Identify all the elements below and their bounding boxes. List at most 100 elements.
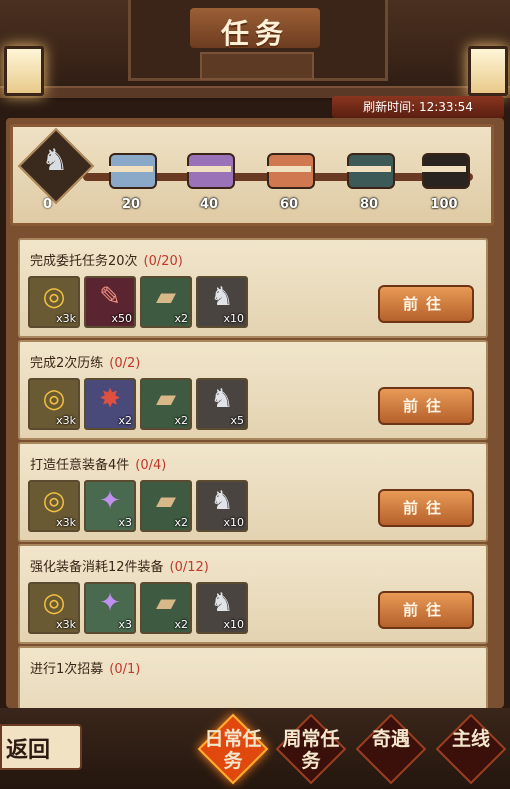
tab-label: 奇遇 xyxy=(371,728,410,750)
milestone-value: 20 xyxy=(121,197,141,212)
refresh-timer: 刷新时间: 12:33:54 xyxy=(332,96,504,118)
page-title: 任务 xyxy=(220,17,289,50)
horse-icon: ♞ xyxy=(210,282,234,312)
reward-item[interactable]: ◎ x3k xyxy=(28,582,80,634)
task-title: 完成2次历练 (0/2) xyxy=(30,352,140,371)
task-progress: (0/1) xyxy=(109,662,141,677)
horse-icon: ♞ xyxy=(210,486,234,516)
horse-icon: ♞ xyxy=(210,384,234,414)
reward-qty: x2 xyxy=(118,414,132,427)
reward-qty: x3k xyxy=(56,516,76,529)
reward-qty: x3k xyxy=(56,312,76,325)
task-name: 打造任意装备4件 xyxy=(30,458,130,473)
tab-main-quest[interactable]: 主线 xyxy=(435,713,507,785)
refresh-time: 12:33:54 xyxy=(418,100,473,114)
reward-qty: x50 xyxy=(111,312,132,325)
activity-progress: ♞ 0 20 40 60 80 100 xyxy=(10,124,494,226)
task-name: 完成委托任务20次 xyxy=(30,254,138,269)
reward-item[interactable]: ◎ x3k xyxy=(28,276,80,328)
coin-icon: ◎ xyxy=(42,588,66,618)
reward-item[interactable]: ✎ x50 xyxy=(84,276,136,328)
tab-label: 日常任务 xyxy=(204,728,262,772)
book-icon: ▰ xyxy=(156,282,176,312)
task-progress: (0/12) xyxy=(169,560,209,575)
go-button[interactable]: 前往 xyxy=(378,591,474,629)
reward-item[interactable]: ▰ x2 xyxy=(140,276,192,328)
reward-item[interactable]: ♞ x10 xyxy=(196,276,248,328)
chest-teal-icon[interactable]: 80 xyxy=(343,149,395,212)
task-progress: (0/20) xyxy=(143,254,183,269)
reward-item[interactable]: ◎ x3k xyxy=(28,480,80,532)
task-title: 打造任意装备4件 (0/4) xyxy=(30,454,166,473)
task-name: 进行1次招募 xyxy=(30,662,104,677)
chest-band xyxy=(347,166,391,172)
task-title: 进行1次招募 (0/1) xyxy=(30,658,140,677)
coin-icon: ◎ xyxy=(42,486,66,516)
task-title: 完成委托任务20次 (0/20) xyxy=(30,250,183,269)
milestone-value: 60 xyxy=(279,197,299,212)
scroll-icon: ✎ xyxy=(99,282,121,312)
reward-qty: x3 xyxy=(118,516,132,529)
chest-orange-icon[interactable]: 60 xyxy=(263,149,315,212)
chest-band xyxy=(187,166,231,172)
reward-qty: x3k xyxy=(56,618,76,631)
task-card: 完成委托任务20次 (0/20) ◎ x3k ✎ x50 ▰ x2 ♞ x10 前往 xyxy=(18,238,488,338)
chest-band xyxy=(422,166,466,172)
back-button[interactable]: 返回 xyxy=(0,724,82,770)
chest-band xyxy=(267,166,311,172)
go-button[interactable]: 前往 xyxy=(378,489,474,527)
reward-item[interactable]: ▰ x2 xyxy=(140,582,192,634)
reward-qty: x5 xyxy=(230,414,244,427)
header: 任务 xyxy=(0,0,510,100)
book-icon: ▰ xyxy=(156,384,176,414)
reward-item[interactable]: ♞ x5 xyxy=(196,378,248,430)
reward-qty: x2 xyxy=(174,516,188,529)
book-icon: ▰ xyxy=(156,486,176,516)
horse-icon: ♞ xyxy=(210,588,234,618)
reward-qty: x2 xyxy=(174,312,188,325)
coin-icon: ◎ xyxy=(42,384,66,414)
go-button[interactable]: 前往 xyxy=(378,285,474,323)
reward-item[interactable]: ♞ x10 xyxy=(196,480,248,532)
chest-black-gold-icon[interactable]: 100 xyxy=(418,149,470,212)
tab-label: 主线 xyxy=(451,728,490,750)
crystal-star-icon: ✦ xyxy=(99,588,121,618)
tab-daily-tasks[interactable]: 日常任务 xyxy=(197,713,269,785)
reward-qty: x10 xyxy=(223,618,244,631)
reward-item[interactable]: ♞ x10 xyxy=(196,582,248,634)
book-icon: ▰ xyxy=(156,588,176,618)
reward-item[interactable]: ✦ x3 xyxy=(84,582,136,634)
sign-stand xyxy=(200,52,314,80)
chest-purple-icon[interactable]: 40 xyxy=(183,149,235,212)
chest-blue-icon[interactable]: 20 xyxy=(105,149,157,212)
reward-item[interactable]: ▰ x2 xyxy=(140,378,192,430)
reward-qty: x2 xyxy=(174,618,188,631)
progress-start-value: 0 xyxy=(43,197,53,212)
task-name: 强化装备消耗12件装备 xyxy=(30,560,164,575)
reward-qty: x10 xyxy=(223,312,244,325)
tab-label: 周常任务 xyxy=(282,728,340,772)
firecracker-icon: ✸ xyxy=(99,384,121,414)
tab-weekly-tasks[interactable]: 周常任务 xyxy=(275,713,347,785)
chest-band xyxy=(109,166,153,172)
bottom-nav: 返回 日常任务 周常任务 奇遇 主线 xyxy=(0,708,510,789)
reward-item[interactable]: ✦ x3 xyxy=(84,480,136,532)
reward-item[interactable]: ▰ x2 xyxy=(140,480,192,532)
refresh-label: 刷新时间: xyxy=(363,100,416,114)
task-title: 强化装备消耗12件装备 (0/12) xyxy=(30,556,209,575)
milestone-value: 80 xyxy=(359,197,379,212)
task-name: 完成2次历练 xyxy=(30,356,104,371)
crystal-star-icon: ✦ xyxy=(99,486,121,516)
tab-encounters[interactable]: 奇遇 xyxy=(355,713,427,785)
milestone-value: 40 xyxy=(199,197,219,212)
horse-icon: ♞ xyxy=(41,143,69,178)
reward-item[interactable]: ✸ x2 xyxy=(84,378,136,430)
coin-icon: ◎ xyxy=(42,282,66,312)
task-card: 打造任意装备4件 (0/4) ◎ x3k ✦ x3 ▰ x2 ♞ x10 前往 xyxy=(18,442,488,542)
reward-qty: x10 xyxy=(223,516,244,529)
task-card: 完成2次历练 (0/2) ◎ x3k ✸ x2 ▰ x2 ♞ x5 前往 xyxy=(18,340,488,440)
go-button[interactable]: 前往 xyxy=(378,387,474,425)
reward-qty: x2 xyxy=(174,414,188,427)
milestone-value: 100 xyxy=(430,197,458,212)
reward-item[interactable]: ◎ x3k xyxy=(28,378,80,430)
